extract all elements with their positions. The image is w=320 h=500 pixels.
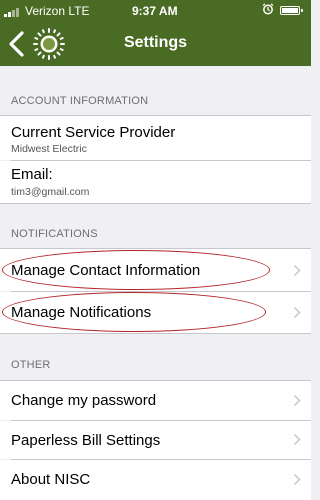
carrier-label: Verizon LTE <box>25 4 90 18</box>
section-header-label: OTHER <box>11 359 51 371</box>
chevron-right-icon <box>293 264 301 277</box>
about-nisc-label: About NISC <box>11 471 91 488</box>
paperless-bill-settings-label: Paperless Bill Settings <box>11 432 161 449</box>
change-password-row[interactable]: Change my password <box>0 381 311 420</box>
alarm-clock-icon <box>262 3 274 15</box>
section-header-other: OTHER <box>0 334 311 380</box>
email-row: Email: tim3@gmail.com <box>0 161 311 203</box>
about-nisc-row[interactable]: About NISC <box>0 460 311 500</box>
chevron-right-icon <box>293 433 301 446</box>
current-service-provider-row: Current Service Provider Midwest Electri… <box>0 116 311 160</box>
section-header-account: ACCOUNT INFORMATION <box>0 66 311 116</box>
chevron-right-icon <box>293 473 301 486</box>
signal-strength-icon <box>4 8 22 17</box>
chevron-right-icon <box>293 306 301 319</box>
navigation-bar: Settings <box>0 22 311 66</box>
section-header-label: ACCOUNT INFORMATION <box>11 95 149 107</box>
battery-icon <box>280 6 303 15</box>
email-label: Email: <box>11 166 53 183</box>
provider-value: Midwest Electric <box>11 143 87 155</box>
manage-notifications-row[interactable]: Manage Notifications <box>0 292 311 333</box>
manage-notifications-label: Manage Notifications <box>11 304 152 321</box>
section-header-notifications: NOTIFICATIONS <box>0 204 311 249</box>
manage-contact-information-row[interactable]: Manage Contact Information <box>0 249 311 291</box>
email-value: tim3@gmail.com <box>11 186 90 198</box>
paperless-bill-settings-row[interactable]: Paperless Bill Settings <box>0 421 311 459</box>
manage-contact-information-label: Manage Contact Information <box>11 262 201 279</box>
status-bar: Verizon LTE 9:37 AM <box>0 0 311 22</box>
change-password-label: Change my password <box>11 392 157 409</box>
status-time: 9:37 AM <box>132 4 178 18</box>
section-header-label: NOTIFICATIONS <box>11 228 98 240</box>
chevron-right-icon <box>293 394 301 407</box>
provider-label: Current Service Provider <box>11 124 176 141</box>
page-title: Settings <box>123 34 188 51</box>
